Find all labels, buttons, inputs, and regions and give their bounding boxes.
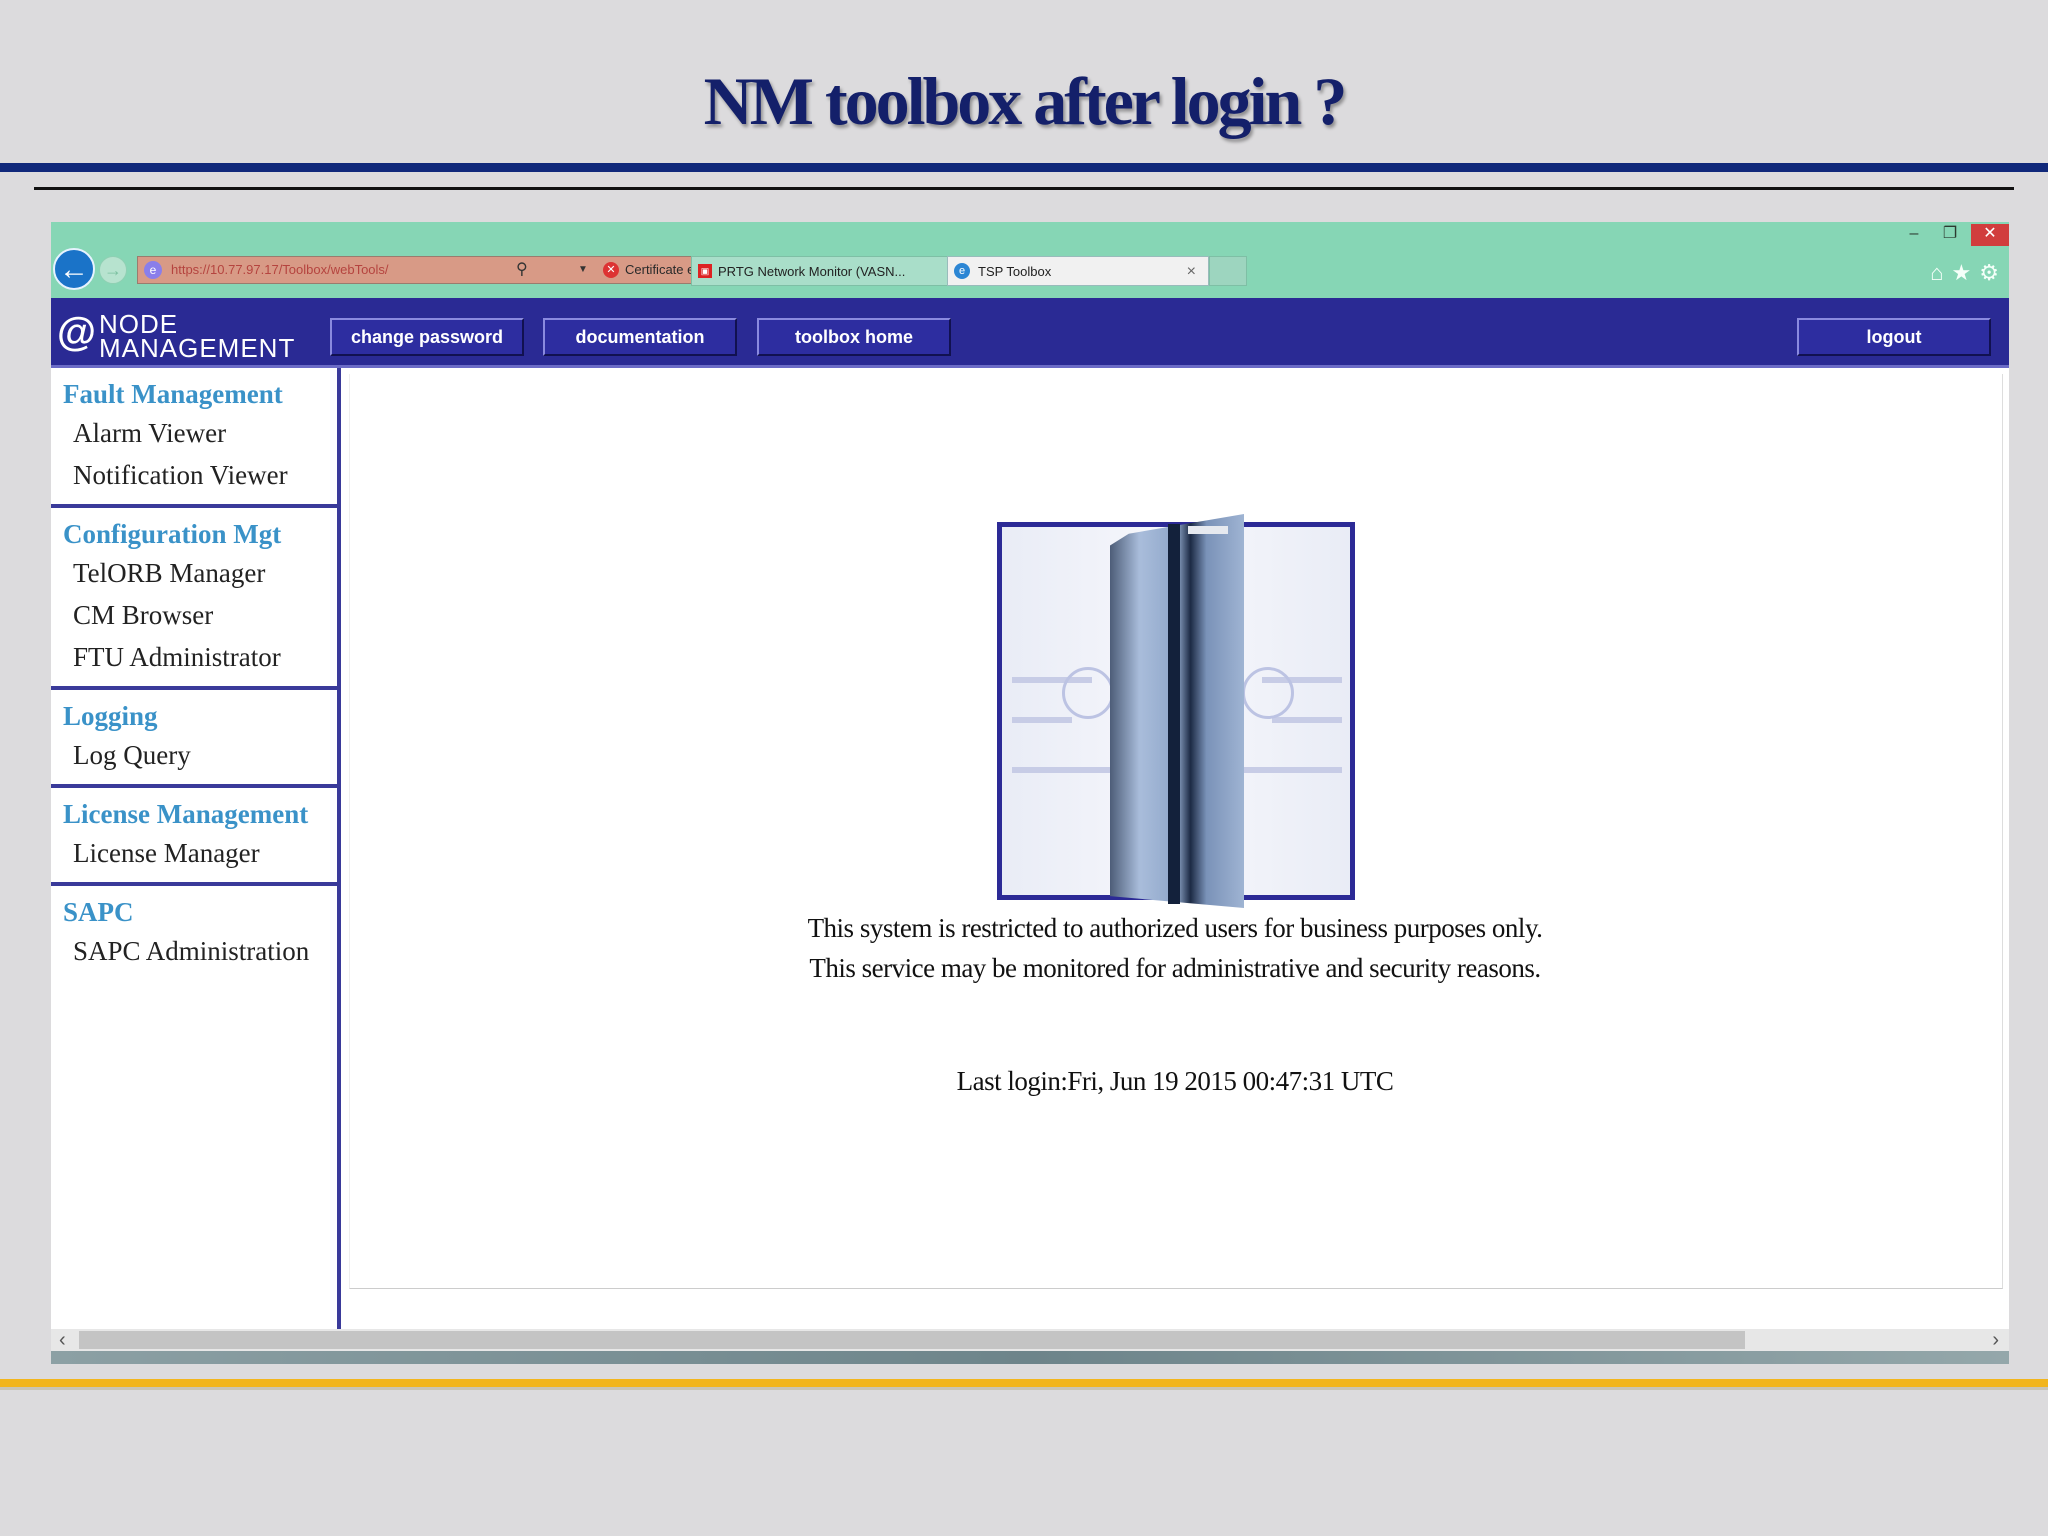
title-rule [0,163,2048,172]
cabinet-door-seam [1168,524,1180,904]
authorized-use-notice: This system is restricted to authorized … [807,913,1543,983]
section-title: SAPC [63,897,134,927]
tab-label: PRTG Network Monitor (VASN... [718,264,906,279]
sidebar-section-logging: Logging Log Query [51,690,337,788]
documentation-button[interactable]: documentation [543,318,737,356]
ie-icon: e [954,263,970,279]
logout-button[interactable]: logout [1797,318,1991,356]
browser-chrome: – ❐ ✕ ← → e https://10.77.97.17/Toolbox/… [51,222,2009,298]
address-url[interactable]: https://10.77.97.17/Toolbox/webTools/ [171,257,389,283]
home-icon[interactable]: ⌂ [1930,260,1951,285]
sidebar-item-license-manager[interactable]: License Manager [63,832,337,874]
address-bar[interactable]: e https://10.77.97.17/Toolbox/webTools/ … [137,256,729,284]
new-tab-button[interactable] [1209,256,1247,286]
toolbar-icons: ⌂★⚙ [1930,260,2007,286]
sidebar-item-notification-viewer[interactable]: Notification Viewer [63,454,337,496]
back-arrow-icon[interactable]: ← [53,248,95,290]
section-title: License Management [63,799,309,829]
cabinet-brand-badge [1188,526,1228,534]
forward-arrow-icon[interactable]: → [99,256,127,284]
sidebar-section-license-management: License Management License Manager [51,788,337,886]
section-title: Configuration Mgt [63,519,282,549]
ie-icon: e [144,261,162,279]
toolbox-home-button[interactable]: toolbox home [757,318,951,356]
browser-screenshot: – ❐ ✕ ← → e https://10.77.97.17/Toolbox/… [51,222,2009,1364]
gear-icon[interactable]: ⚙ [1979,260,2007,285]
sidebar-item-log-query[interactable]: Log Query [63,734,337,776]
tab-close-icon[interactable]: × [1187,257,1196,286]
sidebar-section-configuration-mgt: Configuration Mgt TelORB Manager CM Brow… [51,508,337,690]
certificate-error-icon[interactable]: ✕ [603,262,619,278]
sidebar-section-fault-management: Fault Management Alarm Viewer Notificati… [51,368,337,508]
change-password-button[interactable]: change password [330,318,524,356]
slide-title: NM toolbox after login ? [703,63,1348,139]
minimize-icon[interactable]: – [1901,224,1927,246]
search-icon[interactable]: ⚲ [516,257,528,283]
scroll-left-icon[interactable]: ‹ [59,1329,66,1351]
section-title: Fault Management [63,379,283,409]
app-header: @ NODE MANAGEMENT change password docume… [51,298,2009,368]
sidebar-item-telorb-manager[interactable]: TelORB Manager [63,552,337,594]
logo-at-symbol: @ [57,310,97,354]
close-icon[interactable]: ✕ [1971,224,2009,246]
footer-rule [0,1379,2048,1387]
scrollbar-thumb[interactable] [79,1331,1745,1349]
sidebar-item-cm-browser[interactable]: CM Browser [63,594,337,636]
main-content: This system is restricted to authorized … [349,374,2003,1289]
scroll-right-icon[interactable]: › [1992,1329,1999,1351]
tab-label: TSP Toolbox [978,264,1052,279]
node-management-logo: NODE MANAGEMENT [99,311,296,363]
maximize-icon[interactable]: ❐ [1937,224,1963,246]
sidebar-item-ftu-administrator[interactable]: FTU Administrator [63,636,337,678]
windows-taskbar [51,1351,2009,1364]
sidebar-item-sapc-administration[interactable]: SAPC Administration [63,930,337,972]
sidebar-nav: Fault Management Alarm Viewer Notificati… [51,368,341,1330]
prtg-icon: ▣ [698,264,712,278]
tab-tsp-toolbox[interactable]: e TSP Toolbox × [947,256,1209,286]
footer-rule-shadow [0,1387,2048,1390]
sidebar-item-alarm-viewer[interactable]: Alarm Viewer [63,412,337,454]
chevron-down-icon[interactable]: ▼ [578,257,588,283]
title-underline [34,187,2014,190]
favorites-star-icon[interactable]: ★ [1952,260,1980,285]
last-login-timestamp: Last login:Fri, Jun 19 2015 00:47:31 UTC [956,1066,1394,1096]
section-title: Logging [63,701,158,731]
sidebar-section-sapc: SAPC SAPC Administration [51,886,337,980]
horizontal-scrollbar[interactable]: ‹ › [51,1329,2009,1351]
logo-line-2: MANAGEMENT [99,333,296,363]
